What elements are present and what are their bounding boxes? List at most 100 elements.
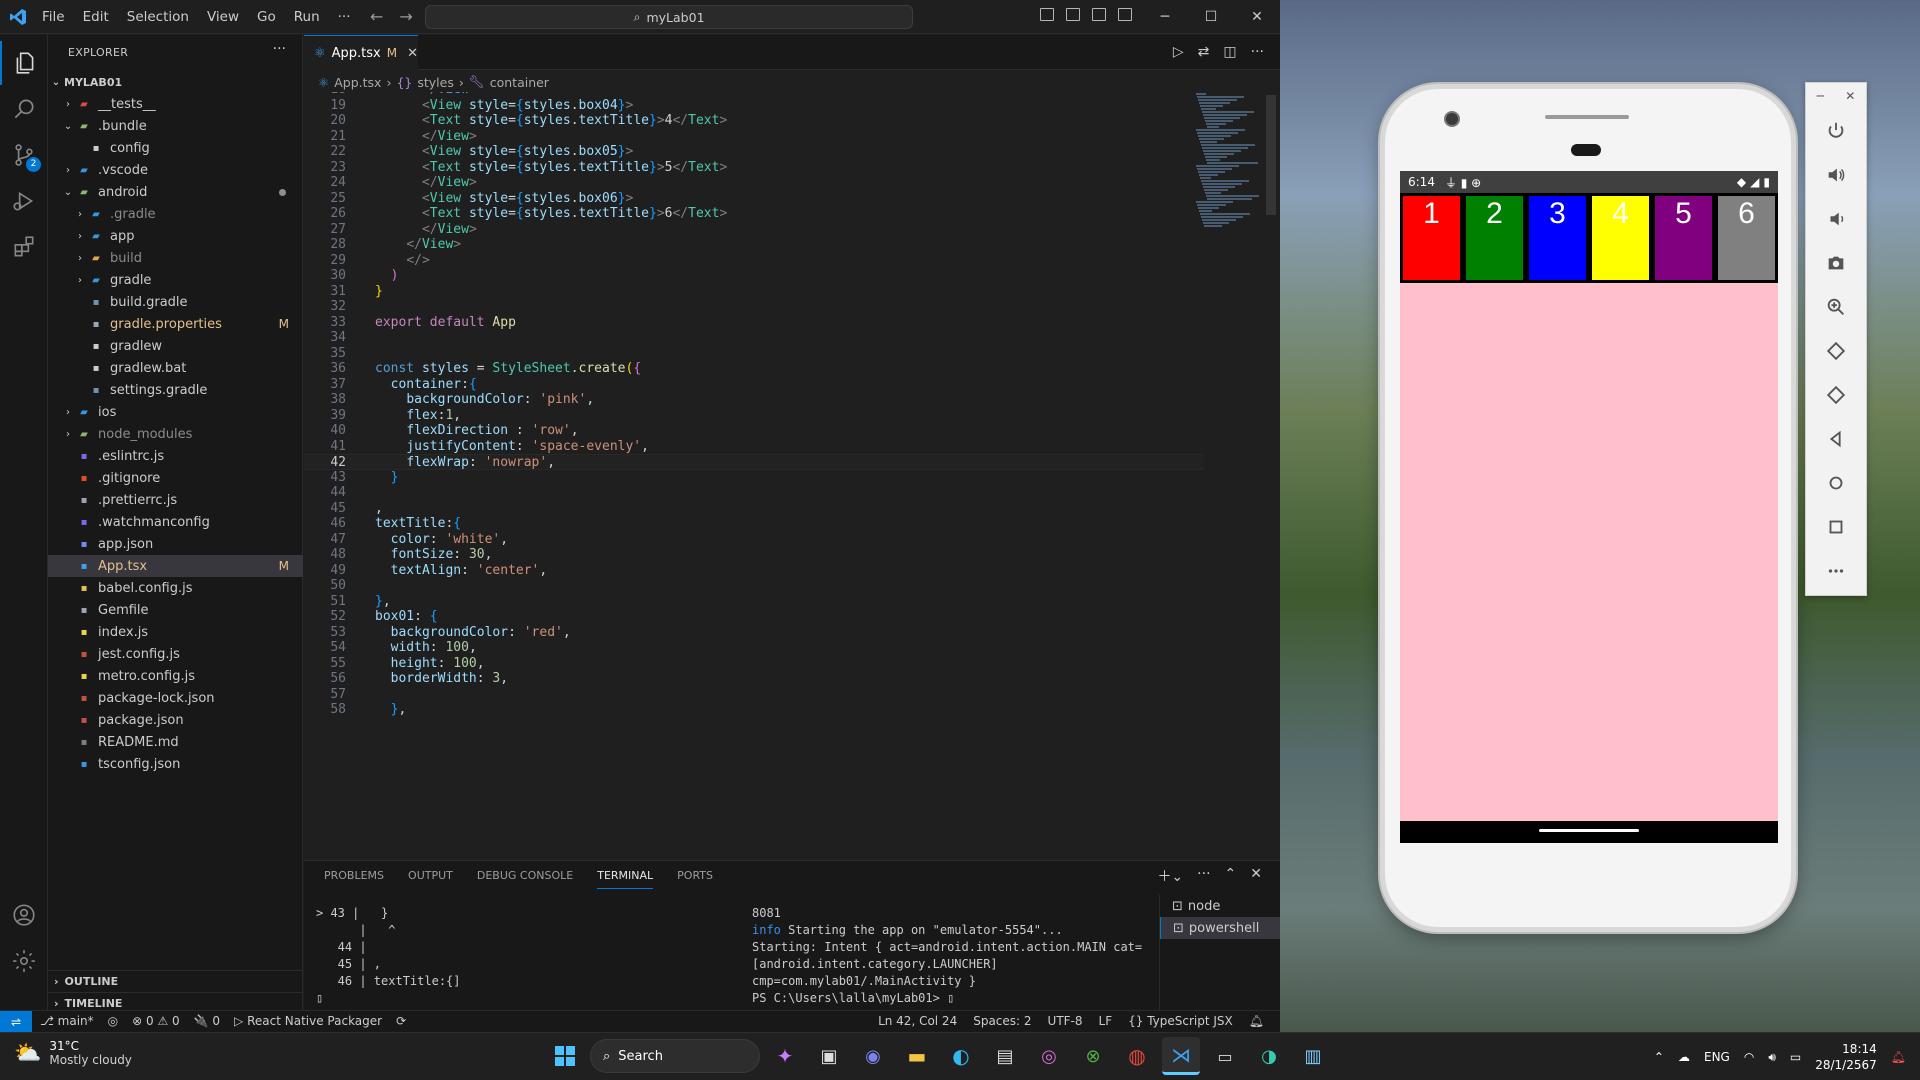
file-item[interactable]: ▪ .watchmanconfig bbox=[48, 511, 303, 533]
terminal-instance[interactable]: ⊡ node bbox=[1160, 895, 1280, 917]
split-editor-icon[interactable]: ◫ bbox=[1223, 44, 1236, 60]
file-item[interactable]: ▪ babel.config.js bbox=[48, 577, 303, 599]
task-indicator[interactable]: ▷ React Native Packager bbox=[234, 1014, 382, 1028]
terminal-instance[interactable]: ⊡ powershell bbox=[1160, 917, 1280, 939]
sync-icon[interactable]: ◎ bbox=[108, 1014, 118, 1028]
terminal-output[interactable]: 8081 info Starting the app on "emulator-5… bbox=[752, 905, 1152, 1007]
home-icon[interactable] bbox=[1806, 461, 1866, 505]
wifi-icon[interactable]: ◠ bbox=[1744, 1050, 1754, 1064]
file-item[interactable]: ▪ README.md bbox=[48, 731, 303, 753]
xbox-icon[interactable]: ⊗ bbox=[1074, 1037, 1112, 1075]
workspace-root[interactable]: ⌄ MYLAB01 bbox=[48, 71, 303, 93]
zoom-icon[interactable] bbox=[1806, 285, 1866, 329]
copilot-icon[interactable]: ✦ bbox=[766, 1037, 804, 1075]
breadcrumb-item[interactable]: container bbox=[490, 75, 549, 90]
close-panel-icon[interactable]: ✕ bbox=[1250, 866, 1262, 886]
notification-bell-icon[interactable]: 🔔︎ bbox=[1891, 1050, 1906, 1064]
toggle-sidebar-icon[interactable] bbox=[1040, 8, 1054, 21]
run-debug-icon[interactable] bbox=[0, 179, 48, 223]
outline-section[interactable]: › OUTLINE bbox=[48, 970, 303, 992]
taskbar-search[interactable]: ⌕ Search bbox=[590, 1039, 760, 1073]
line-ending[interactable]: LF bbox=[1099, 1014, 1113, 1028]
power-icon[interactable] bbox=[1806, 109, 1866, 153]
volume-up-icon[interactable] bbox=[1806, 153, 1866, 197]
menu-item[interactable]: ··· bbox=[338, 9, 351, 25]
menu-item[interactable]: Selection bbox=[127, 9, 189, 25]
file-item[interactable]: ▪ App.tsx M bbox=[48, 555, 303, 577]
panel-tab[interactable]: PORTS bbox=[677, 869, 713, 889]
battery-icon[interactable]: ▭ bbox=[1790, 1050, 1801, 1064]
app-icon[interactable]: ◎ bbox=[1030, 1037, 1068, 1075]
volume-icon[interactable]: 🔊︎ bbox=[1768, 1050, 1776, 1065]
camera-icon[interactable] bbox=[1806, 241, 1866, 285]
file-item[interactable]: ▪ .eslintrc.js bbox=[48, 445, 303, 467]
weather-widget[interactable]: ⛅ 31°C Mostly cloudy bbox=[14, 1039, 132, 1067]
menu-item[interactable]: Go bbox=[257, 9, 276, 25]
cursor-position[interactable]: Ln 42, Col 24 bbox=[878, 1014, 957, 1028]
language-mode[interactable]: {} TypeScript JSX bbox=[1128, 1014, 1233, 1028]
refresh-icon[interactable]: ⟳ bbox=[396, 1014, 406, 1028]
folder-item[interactable]: › ▰ __tests__ bbox=[48, 93, 303, 115]
language-indicator[interactable]: ENG bbox=[1704, 1050, 1730, 1064]
vscode-taskbar-icon[interactable]: ⋊ bbox=[1162, 1037, 1200, 1075]
notifications-bell-icon[interactable]: 🔔︎ bbox=[1249, 1014, 1264, 1028]
file-item[interactable]: ▪ settings.gradle bbox=[48, 379, 303, 401]
app2-icon[interactable]: ◑ bbox=[1250, 1037, 1288, 1075]
back-arrow-icon[interactable]: ← bbox=[370, 7, 383, 26]
toggle-secondary-sidebar-icon[interactable] bbox=[1092, 8, 1106, 21]
home-gesture-handle[interactable] bbox=[1539, 829, 1639, 832]
folder-item[interactable]: › ▰ .gradle bbox=[48, 203, 303, 225]
settings-gear-icon[interactable] bbox=[0, 939, 48, 983]
folder-item[interactable]: › ▰ gradle bbox=[48, 269, 303, 291]
task-view-icon[interactable]: ▣ bbox=[810, 1037, 848, 1075]
ports-count[interactable]: 🔌 0 bbox=[194, 1014, 220, 1028]
folder-item[interactable]: › ▰ ios bbox=[48, 401, 303, 423]
breadcrumb-item[interactable]: styles bbox=[417, 75, 454, 90]
notepad-icon[interactable]: ▥ bbox=[1294, 1037, 1332, 1075]
file-item[interactable]: ▪ .prettierrc.js bbox=[48, 489, 303, 511]
device-screen[interactable]: 6:14 ⏚ ▮ ⊕ ◆ ◢ ▮ 123456 bbox=[1400, 171, 1778, 843]
more-icon[interactable] bbox=[1806, 549, 1866, 593]
panel-tab[interactable]: DEBUG CONSOLE bbox=[477, 869, 573, 889]
encoding[interactable]: UTF-8 bbox=[1048, 1014, 1083, 1028]
file-item[interactable]: ▪ .gitignore bbox=[48, 467, 303, 489]
file-item[interactable]: ▪ gradle.properties M bbox=[48, 313, 303, 335]
close-tab-icon[interactable]: ✕ bbox=[407, 46, 418, 61]
clock[interactable]: 18:14 28/1/2567 bbox=[1815, 1041, 1877, 1073]
tab-app-tsx[interactable]: ⚛ App.tsx M ✕ bbox=[304, 35, 418, 70]
file-item[interactable]: ▪ Gemfile bbox=[48, 599, 303, 621]
file-item[interactable]: ▪ app.json bbox=[48, 533, 303, 555]
panel-tab[interactable]: TERMINAL bbox=[597, 869, 654, 889]
chrome-icon[interactable]: ◍ bbox=[1118, 1037, 1156, 1075]
file-item[interactable]: ▪ build.gradle bbox=[48, 291, 303, 313]
cloud-icon[interactable]: ☁ bbox=[1678, 1050, 1690, 1064]
folder-item[interactable]: › ▰ .vscode bbox=[48, 159, 303, 181]
more-icon[interactable]: ··· bbox=[1197, 866, 1210, 886]
terminal-icon[interactable]: ▭ bbox=[1206, 1037, 1244, 1075]
breadcrumb-item[interactable]: App.tsx bbox=[334, 75, 381, 90]
extensions-icon[interactable] bbox=[0, 225, 48, 269]
close-icon[interactable]: ✕ bbox=[1845, 89, 1855, 103]
file-item[interactable]: ▪ metro.config.js bbox=[48, 665, 303, 687]
rotate-left-icon[interactable] bbox=[1806, 329, 1866, 373]
branch-indicator[interactable]: ⎇ main* bbox=[40, 1014, 94, 1028]
maximize-icon[interactable]: ☐ bbox=[1188, 0, 1234, 34]
forward-arrow-icon[interactable]: → bbox=[399, 7, 412, 26]
search-icon[interactable] bbox=[0, 87, 48, 131]
file-item[interactable]: ▪ jest.config.js bbox=[48, 643, 303, 665]
minimap[interactable] bbox=[1196, 92, 1259, 272]
back-icon[interactable] bbox=[1806, 417, 1866, 461]
volume-down-icon[interactable] bbox=[1806, 197, 1866, 241]
file-item[interactable]: ▪ package.json bbox=[48, 709, 303, 731]
remote-icon[interactable]: ⇌ bbox=[0, 1011, 32, 1033]
file-item[interactable]: ▪ config bbox=[48, 137, 303, 159]
store-icon[interactable]: ▤ bbox=[986, 1037, 1024, 1075]
code-editor[interactable]: 18 </View>19 <View style={styles.box04}>… bbox=[304, 92, 1264, 860]
folder-item[interactable]: › ▰ app bbox=[48, 225, 303, 247]
folder-item[interactable]: › ▰ build bbox=[48, 247, 303, 269]
file-item[interactable]: ▪ gradlew.bat bbox=[48, 357, 303, 379]
indentation[interactable]: Spaces: 2 bbox=[973, 1014, 1031, 1028]
chevron-up-icon[interactable]: ⌃ bbox=[1654, 1050, 1664, 1064]
menu-item[interactable]: Edit bbox=[83, 9, 109, 25]
account-icon[interactable] bbox=[0, 893, 48, 937]
